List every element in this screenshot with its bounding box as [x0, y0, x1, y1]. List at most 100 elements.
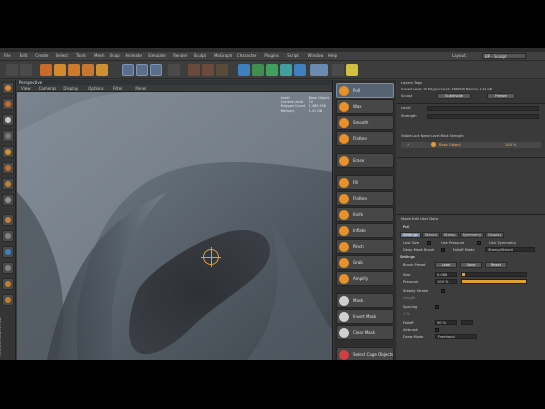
brush-pull-button[interactable]: Pull: [336, 83, 394, 98]
z-axis-icon[interactable]: [150, 64, 162, 76]
brush-grab-button[interactable]: Grab: [336, 255, 394, 270]
steady-stroke-checkbox[interactable]: [441, 289, 445, 293]
menu-character[interactable]: Character: [237, 53, 257, 58]
strength-field[interactable]: [427, 114, 539, 119]
brush-invert-mask-button[interactable]: Invert Mask: [336, 309, 394, 324]
camera-icon[interactable]: [332, 64, 344, 76]
reset-preset-button[interactable]: Reset: [485, 262, 507, 268]
menu-animate[interactable]: Animate: [125, 53, 142, 58]
brush-mask-button[interactable]: Mask: [336, 293, 394, 308]
menu-mograph[interactable]: MoGraph: [214, 53, 232, 58]
lock-workplane-icon[interactable]: [2, 262, 14, 274]
spline-icon[interactable]: [252, 64, 264, 76]
rotate-icon[interactable]: [82, 64, 94, 76]
x-axis-icon[interactable]: [122, 64, 134, 76]
draw-mode-dropdown[interactable]: Freehand: [435, 334, 477, 339]
viewport-menu-panel[interactable]: Panel: [135, 86, 146, 91]
spacing-checkbox[interactable]: [435, 305, 439, 309]
undo-icon[interactable]: [6, 64, 18, 76]
recent-tools-icon[interactable]: [96, 64, 108, 76]
polygons-mode-icon[interactable]: [2, 178, 14, 190]
render-settings-icon[interactable]: [216, 64, 228, 76]
last-size-checkbox[interactable]: [427, 241, 431, 245]
cube-icon[interactable]: [238, 64, 250, 76]
viewport-menu-cameras[interactable]: Cameras: [39, 86, 57, 91]
load-preset-button[interactable]: Load: [435, 262, 457, 268]
tab-stencil[interactable]: Stencil: [421, 232, 440, 238]
pressure-field[interactable]: 100 %: [435, 279, 457, 284]
brush-amplify-button[interactable]: Amplify: [336, 271, 394, 286]
menu-create[interactable]: Create: [35, 53, 48, 58]
viewport-menu-options[interactable]: Options: [88, 86, 103, 91]
render-picture-viewer-icon[interactable]: [202, 64, 214, 76]
layout-dropdown[interactable]: BP - Sculpt: [482, 53, 526, 59]
falloff-field[interactable]: 50 %: [435, 320, 457, 325]
sculpt-mode-icon[interactable]: [2, 246, 14, 258]
layer-row[interactable]: ✓ Base Object 100 %: [401, 142, 541, 148]
texture-mode-icon[interactable]: [2, 114, 14, 126]
scale-icon[interactable]: [68, 64, 80, 76]
brush-select-cage-objects-button[interactable]: Select Cage Objects: [336, 347, 394, 360]
axis-mode-icon[interactable]: [2, 194, 14, 206]
falloff-slider[interactable]: [461, 320, 473, 325]
array-icon[interactable]: [280, 64, 292, 76]
save-preset-button[interactable]: Save: [460, 262, 482, 268]
menu-script[interactable]: Script: [287, 53, 299, 58]
move-icon[interactable]: [54, 64, 66, 76]
brush-wax-button[interactable]: Wax: [336, 99, 394, 114]
brush-flatten-button[interactable]: Flatten: [336, 131, 394, 146]
use-pressure-checkbox[interactable]: [477, 241, 481, 245]
snap-icon[interactable]: [2, 230, 14, 242]
brush-smooth-button[interactable]: Smooth: [336, 115, 394, 130]
sculpt-mesh[interactable]: [17, 92, 333, 360]
brush-inflate-button[interactable]: Inflate: [336, 223, 394, 238]
menu-file[interactable]: File: [4, 53, 11, 58]
tab-symmetry[interactable]: Symmetry: [459, 232, 485, 238]
redo-icon[interactable]: [20, 64, 32, 76]
falloff-mode-dropdown[interactable]: Stamp/Stencil: [485, 247, 535, 252]
brush-knife-button[interactable]: Knife: [336, 207, 394, 222]
brush-clear-mask-button[interactable]: Clear Mask: [336, 325, 394, 340]
tab-settings[interactable]: Settings: [400, 232, 421, 238]
size-slider[interactable]: [461, 272, 527, 277]
nurbs-icon[interactable]: [266, 64, 278, 76]
menu-sculpt[interactable]: Sculpt: [194, 53, 207, 58]
menu-plugins[interactable]: Plugins: [264, 53, 278, 58]
subdivide-button[interactable]: Subdivide: [437, 93, 471, 99]
edges-mode-icon[interactable]: [2, 162, 14, 174]
make-editable-icon[interactable]: [2, 82, 14, 94]
planar-workplane-icon[interactable]: [2, 294, 14, 306]
tab-display[interactable]: Display: [485, 232, 505, 238]
light-icon[interactable]: [346, 64, 358, 76]
y-axis-icon[interactable]: [136, 64, 148, 76]
menu-edit[interactable]: Edit: [20, 53, 28, 58]
freeze-button[interactable]: Freeze: [487, 93, 515, 99]
deformer-icon[interactable]: [294, 64, 306, 76]
level-field[interactable]: [427, 106, 539, 111]
perspective-viewport[interactable]: Perspective View Cameras Display Options Fil…: [17, 80, 333, 360]
menu-window[interactable]: Window: [308, 53, 324, 58]
menu-select[interactable]: Select: [56, 53, 68, 58]
render-view-icon[interactable]: [188, 64, 200, 76]
menu-snap[interactable]: Snap: [110, 53, 120, 58]
viewport-menu-view[interactable]: View: [21, 86, 31, 91]
pressure-slider[interactable]: [461, 279, 527, 284]
menu-help[interactable]: Help: [328, 53, 337, 58]
menu-tools[interactable]: Tools: [76, 53, 86, 58]
coordinate-system-icon[interactable]: [168, 64, 180, 76]
airbrush-checkbox[interactable]: [435, 328, 439, 332]
floor-icon[interactable]: [310, 64, 328, 76]
brush-flatten-button[interactable]: Flatten: [336, 191, 394, 206]
viewport-menu-display[interactable]: Display: [63, 86, 78, 91]
menu-render[interactable]: Render: [173, 53, 187, 58]
menu-simulate[interactable]: Simulate: [148, 53, 166, 58]
visible-check[interactable]: ✓: [407, 143, 410, 147]
tweak-mode-icon[interactable]: [2, 214, 14, 226]
live-selection-icon[interactable]: [40, 64, 52, 76]
solo-icon[interactable]: [2, 278, 14, 290]
points-mode-icon[interactable]: [2, 146, 14, 158]
viewport-menu-filter[interactable]: Filter: [113, 86, 123, 91]
brush-fill-button[interactable]: Fill: [336, 175, 394, 190]
brush-pinch-button[interactable]: Pinch: [336, 239, 394, 254]
brush-erase-button[interactable]: Erase: [336, 153, 394, 168]
